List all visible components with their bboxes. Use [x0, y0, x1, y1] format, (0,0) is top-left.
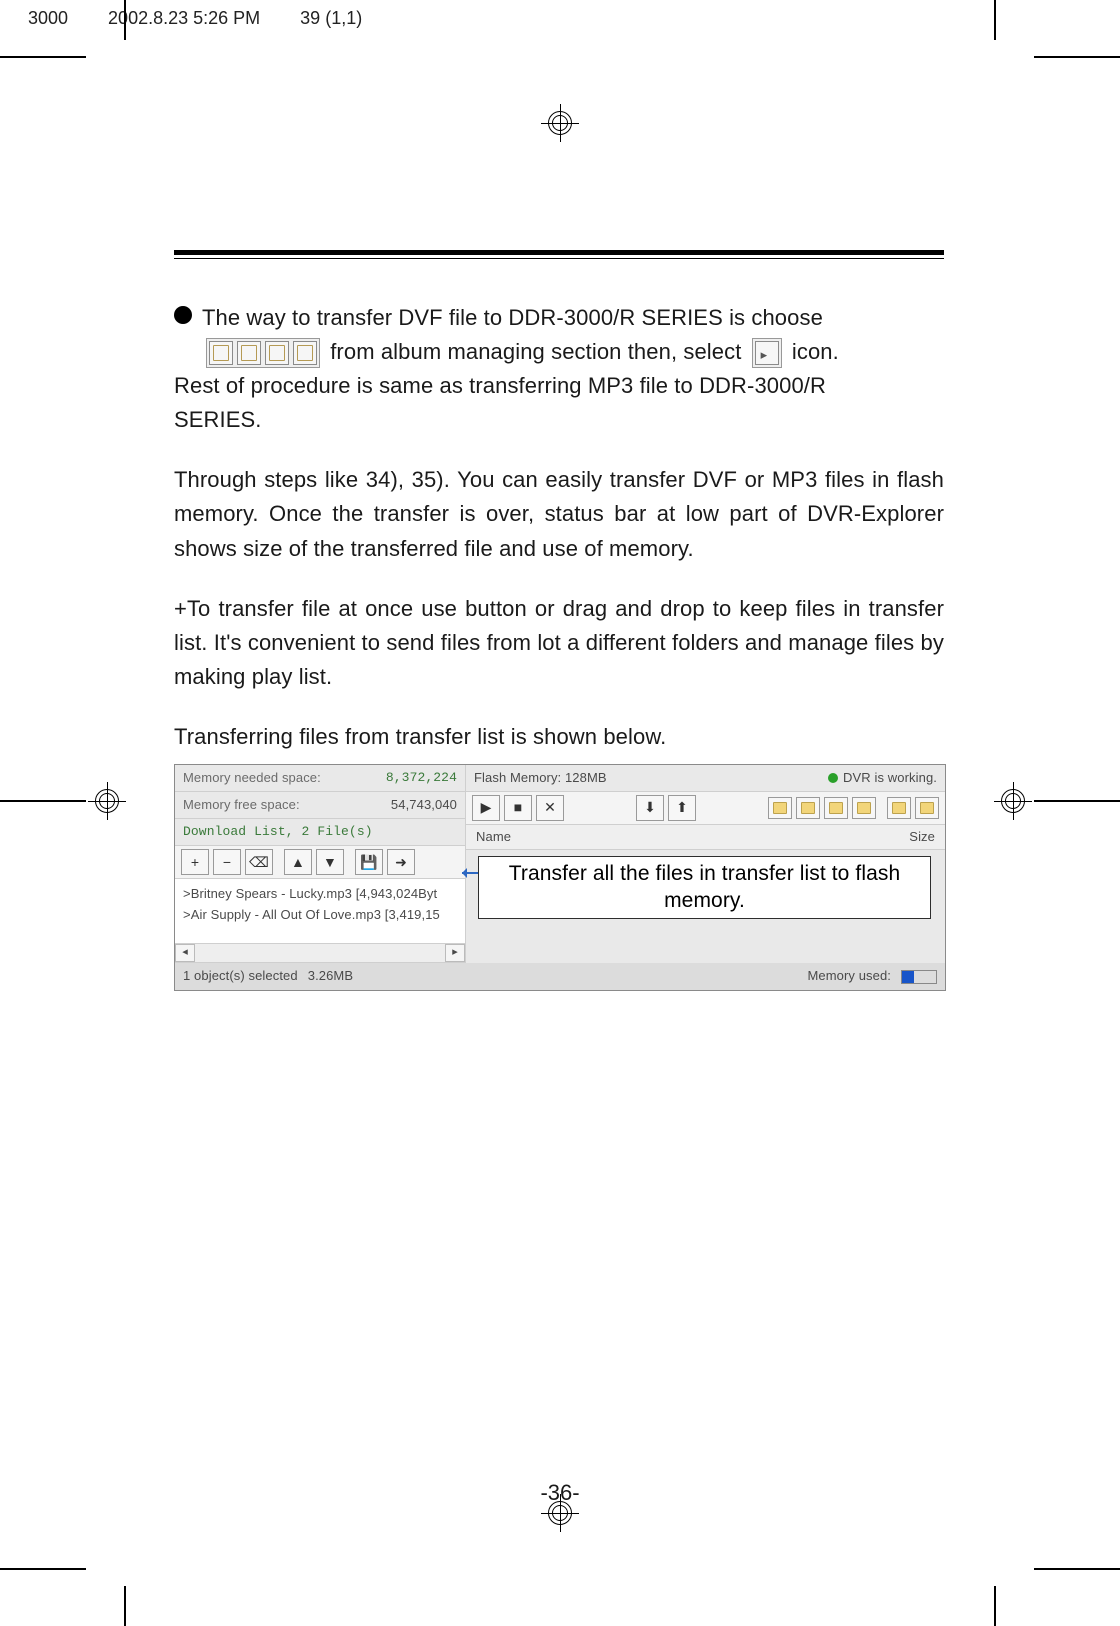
bullet-line-2a: from album managing section then, select — [330, 339, 741, 364]
horizontal-scrollbar[interactable]: ◂▸ — [175, 944, 465, 963]
hdr-part-3: 39 (1,1) — [300, 8, 362, 29]
content-column: The way to transfer DVF file to DDR-3000… — [174, 250, 944, 991]
size-header: Size — [909, 827, 935, 847]
scroll-left-icon[interactable]: ◂ — [175, 944, 195, 962]
move-down-button[interactable]: ▼ — [316, 849, 344, 875]
crop-mark — [0, 56, 86, 58]
left-toolbar: + − ⌫ ▲ ▼ 💾 ➜ — [175, 846, 465, 879]
folder-c-icon — [265, 341, 289, 365]
page-root: 3000 2002.8.23 5:26 PM 39 (1,1) The way … — [0, 0, 1120, 1626]
crop-mark — [994, 1586, 996, 1626]
crop-mark — [124, 1586, 126, 1626]
doc-spool-header: 3000 2002.8.23 5:26 PM 39 (1,1) — [0, 2, 362, 34]
album-a-icon[interactable] — [768, 797, 792, 819]
callout-box: Transfer all the files in transfer list … — [478, 856, 931, 919]
crop-mark — [1034, 1568, 1120, 1570]
memory-used-label: Memory used: — [807, 966, 891, 986]
album-c-icon[interactable] — [824, 797, 848, 819]
bullet-item: The way to transfer DVF file to DDR-3000… — [174, 301, 944, 437]
flash-list-pane[interactable]: Transfer all the files in transfer list … — [466, 850, 945, 904]
hdr-part-2: 2002.8.23 5:26 PM — [108, 8, 260, 29]
refresh-icon[interactable] — [915, 797, 939, 819]
status-bar: 1 object(s) selected 3.26MB Memory used: — [175, 963, 945, 989]
mem-free-label: Memory free space: — [183, 795, 300, 815]
hdr-part-1: 3000 — [28, 8, 68, 29]
bullet-icon — [174, 306, 192, 324]
bullet-line-1: The way to transfer DVF file to DDR-3000… — [202, 305, 823, 330]
transfer-down-icon — [752, 338, 782, 368]
mem-free-value: 54,743,040 — [391, 795, 457, 815]
screenshot-panel: Memory needed space: 8,372,224 Memory fr… — [174, 764, 946, 991]
crop-mark — [0, 800, 86, 802]
download-button[interactable]: ⬇ — [636, 795, 664, 821]
crop-mark — [0, 1568, 86, 1570]
status-objects: 1 object(s) selected — [183, 966, 298, 986]
folder-b-icon — [237, 341, 261, 365]
folder-d-icon — [293, 341, 317, 365]
download-list-label: Download List, 2 File(s) — [175, 819, 465, 846]
paragraph-4: Transferring files from transfer list is… — [174, 720, 944, 754]
transfer-all-button[interactable]: ➜ — [387, 849, 415, 875]
format-icon[interactable] — [887, 797, 911, 819]
page-number: -36- — [540, 1480, 579, 1506]
status-size: 3.26MB — [308, 966, 353, 986]
crop-mark — [994, 0, 996, 40]
crop-mark — [1034, 800, 1120, 802]
dvr-state: DVR is working. — [828, 768, 937, 788]
stop-button[interactable]: ■ — [504, 795, 532, 821]
mem-needed-row: Memory needed space: 8,372,224 — [175, 765, 465, 792]
upload-button[interactable]: ⬆ — [668, 795, 696, 821]
bullet-line-2b: icon. — [792, 339, 839, 364]
file-row-2[interactable]: >Air Supply - All Out Of Love.mp3 [3,419… — [183, 905, 457, 925]
registration-mark-icon — [541, 104, 579, 142]
delete-button[interactable]: ✕ — [536, 795, 564, 821]
album-folders-icon — [206, 338, 320, 368]
mem-free-row: Memory free space: 54,743,040 — [175, 792, 465, 819]
registration-mark-icon — [994, 782, 1032, 820]
mem-needed-label: Memory needed space: — [183, 768, 321, 788]
play-button[interactable]: ▶ — [472, 795, 500, 821]
bullet-line-3: Rest of procedure is same as transferrin… — [174, 369, 826, 403]
memory-used-indicator-icon — [901, 970, 937, 984]
album-d-icon[interactable] — [852, 797, 876, 819]
add-button[interactable]: + — [181, 849, 209, 875]
flash-header-row: Flash Memory: 128MB DVR is working. — [466, 765, 945, 792]
section-rule — [174, 250, 944, 259]
status-led-icon — [828, 773, 838, 783]
crop-mark — [1034, 56, 1120, 58]
move-up-button[interactable]: ▲ — [284, 849, 312, 875]
registration-mark-icon — [88, 782, 126, 820]
paragraph-2: Through steps like 34), 35). You can eas… — [174, 463, 944, 565]
download-list-pane[interactable]: >Britney Spears - Lucky.mp3 [4,943,024By… — [175, 879, 465, 944]
bullet-line-4: SERIES. — [174, 403, 262, 437]
mem-needed-value: 8,372,224 — [386, 768, 457, 788]
name-header: Name — [476, 827, 511, 847]
flash-column-headers: Name Size — [466, 825, 945, 850]
album-b-icon[interactable] — [796, 797, 820, 819]
clear-button[interactable]: ⌫ — [245, 849, 273, 875]
crop-mark — [124, 0, 126, 40]
file-row-1[interactable]: >Britney Spears - Lucky.mp3 [4,943,024By… — [183, 884, 457, 904]
scroll-right-icon[interactable]: ▸ — [445, 944, 465, 962]
right-toolbar: ▶ ■ ✕ ⬇ ⬆ — [466, 792, 945, 825]
paragraph-3: +To transfer file at once use button or … — [174, 592, 944, 694]
save-button[interactable]: 💾 — [355, 849, 383, 875]
flash-memory-label: Flash Memory: 128MB — [474, 768, 607, 788]
folder-a-icon — [209, 341, 233, 365]
remove-button[interactable]: − — [213, 849, 241, 875]
